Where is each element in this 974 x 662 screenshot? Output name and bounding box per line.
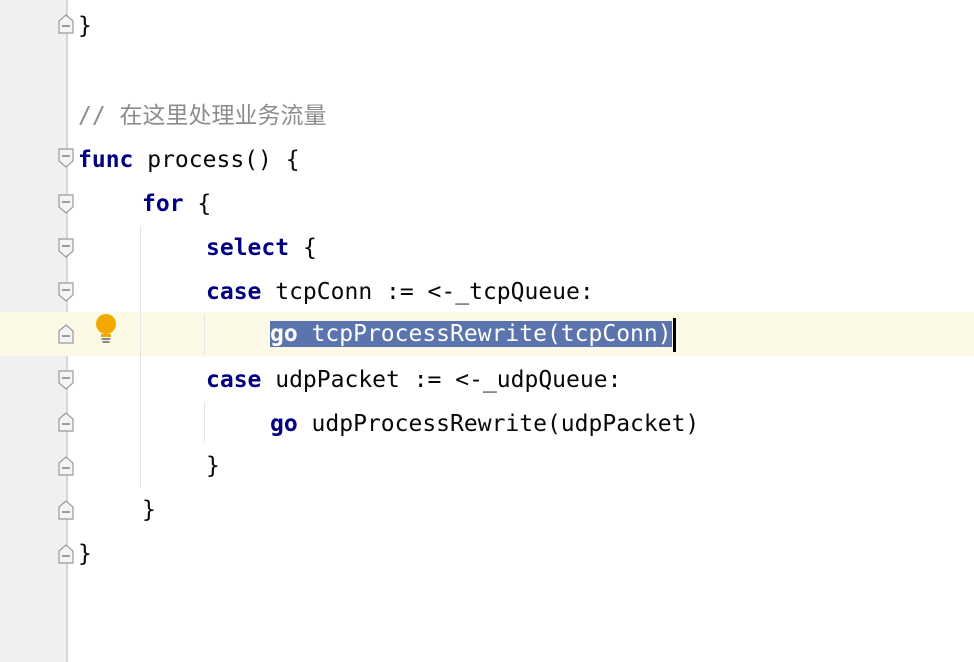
code-line[interactable]: case udpPacket := <-_udpQueue: [206, 358, 621, 402]
code-line[interactable]: go udpProcessRewrite(udpPacket) [270, 402, 699, 446]
fold-marker-icon[interactable] [58, 324, 74, 344]
code-token: } [78, 13, 92, 39]
fold-marker-icon[interactable] [58, 370, 74, 390]
code-line-current[interactable]: go tcpProcessRewrite(tcpConn) [270, 312, 676, 356]
indent-guide [140, 226, 141, 488]
fold-marker-icon[interactable] [58, 148, 74, 168]
code-line[interactable]: select { [206, 226, 317, 270]
fold-marker-icon[interactable] [58, 412, 74, 432]
code-token: } [206, 453, 220, 479]
code-line[interactable]: } [142, 488, 156, 532]
fold-marker-icon[interactable] [58, 282, 74, 302]
fold-marker-icon[interactable] [58, 500, 74, 520]
code-token: process() { [133, 147, 300, 173]
indent-guide [204, 402, 205, 442]
indent-guide [204, 314, 205, 354]
lightbulb-icon[interactable] [92, 312, 120, 346]
keyword: go [270, 411, 298, 437]
fold-marker-icon[interactable] [58, 14, 74, 34]
keyword: case [206, 279, 262, 305]
code-token: } [78, 541, 92, 567]
code-line[interactable]: for { [142, 182, 211, 226]
text-caret [672, 317, 676, 352]
fold-marker-icon[interactable] [58, 194, 74, 214]
code-line[interactable]: } [206, 444, 220, 488]
code-token: } [142, 497, 156, 523]
code-line[interactable]: } [78, 4, 92, 48]
code-token: tcpProcessRewrite(tcpConn) [297, 321, 672, 347]
text-selection[interactable]: go tcpProcessRewrite(tcpConn) [270, 321, 672, 347]
code-token: { [289, 235, 317, 261]
code-line[interactable]: case tcpConn := <-_tcpQueue: [206, 270, 594, 314]
keyword: for [142, 191, 184, 217]
fold-marker-icon[interactable] [58, 544, 74, 564]
code-token: tcpConn := <-_tcpQueue: [261, 279, 594, 305]
keyword: go [270, 321, 298, 347]
keyword: select [206, 235, 290, 261]
code-token: udpProcessRewrite(udpPacket) [297, 411, 700, 437]
keyword: case [206, 367, 262, 393]
code-line[interactable]: // 在这里处理业务流量 [78, 94, 327, 138]
fold-marker-icon[interactable] [58, 238, 74, 258]
code-line[interactable]: func process() { [78, 138, 300, 182]
fold-marker-icon[interactable] [58, 456, 74, 476]
code-token: udpPacket := <-_udpQueue: [261, 367, 622, 393]
comment-text: // 在这里处理业务流量 [78, 103, 327, 129]
keyword: func [78, 147, 134, 173]
code-line[interactable]: } [78, 532, 92, 576]
code-token: { [183, 191, 212, 217]
